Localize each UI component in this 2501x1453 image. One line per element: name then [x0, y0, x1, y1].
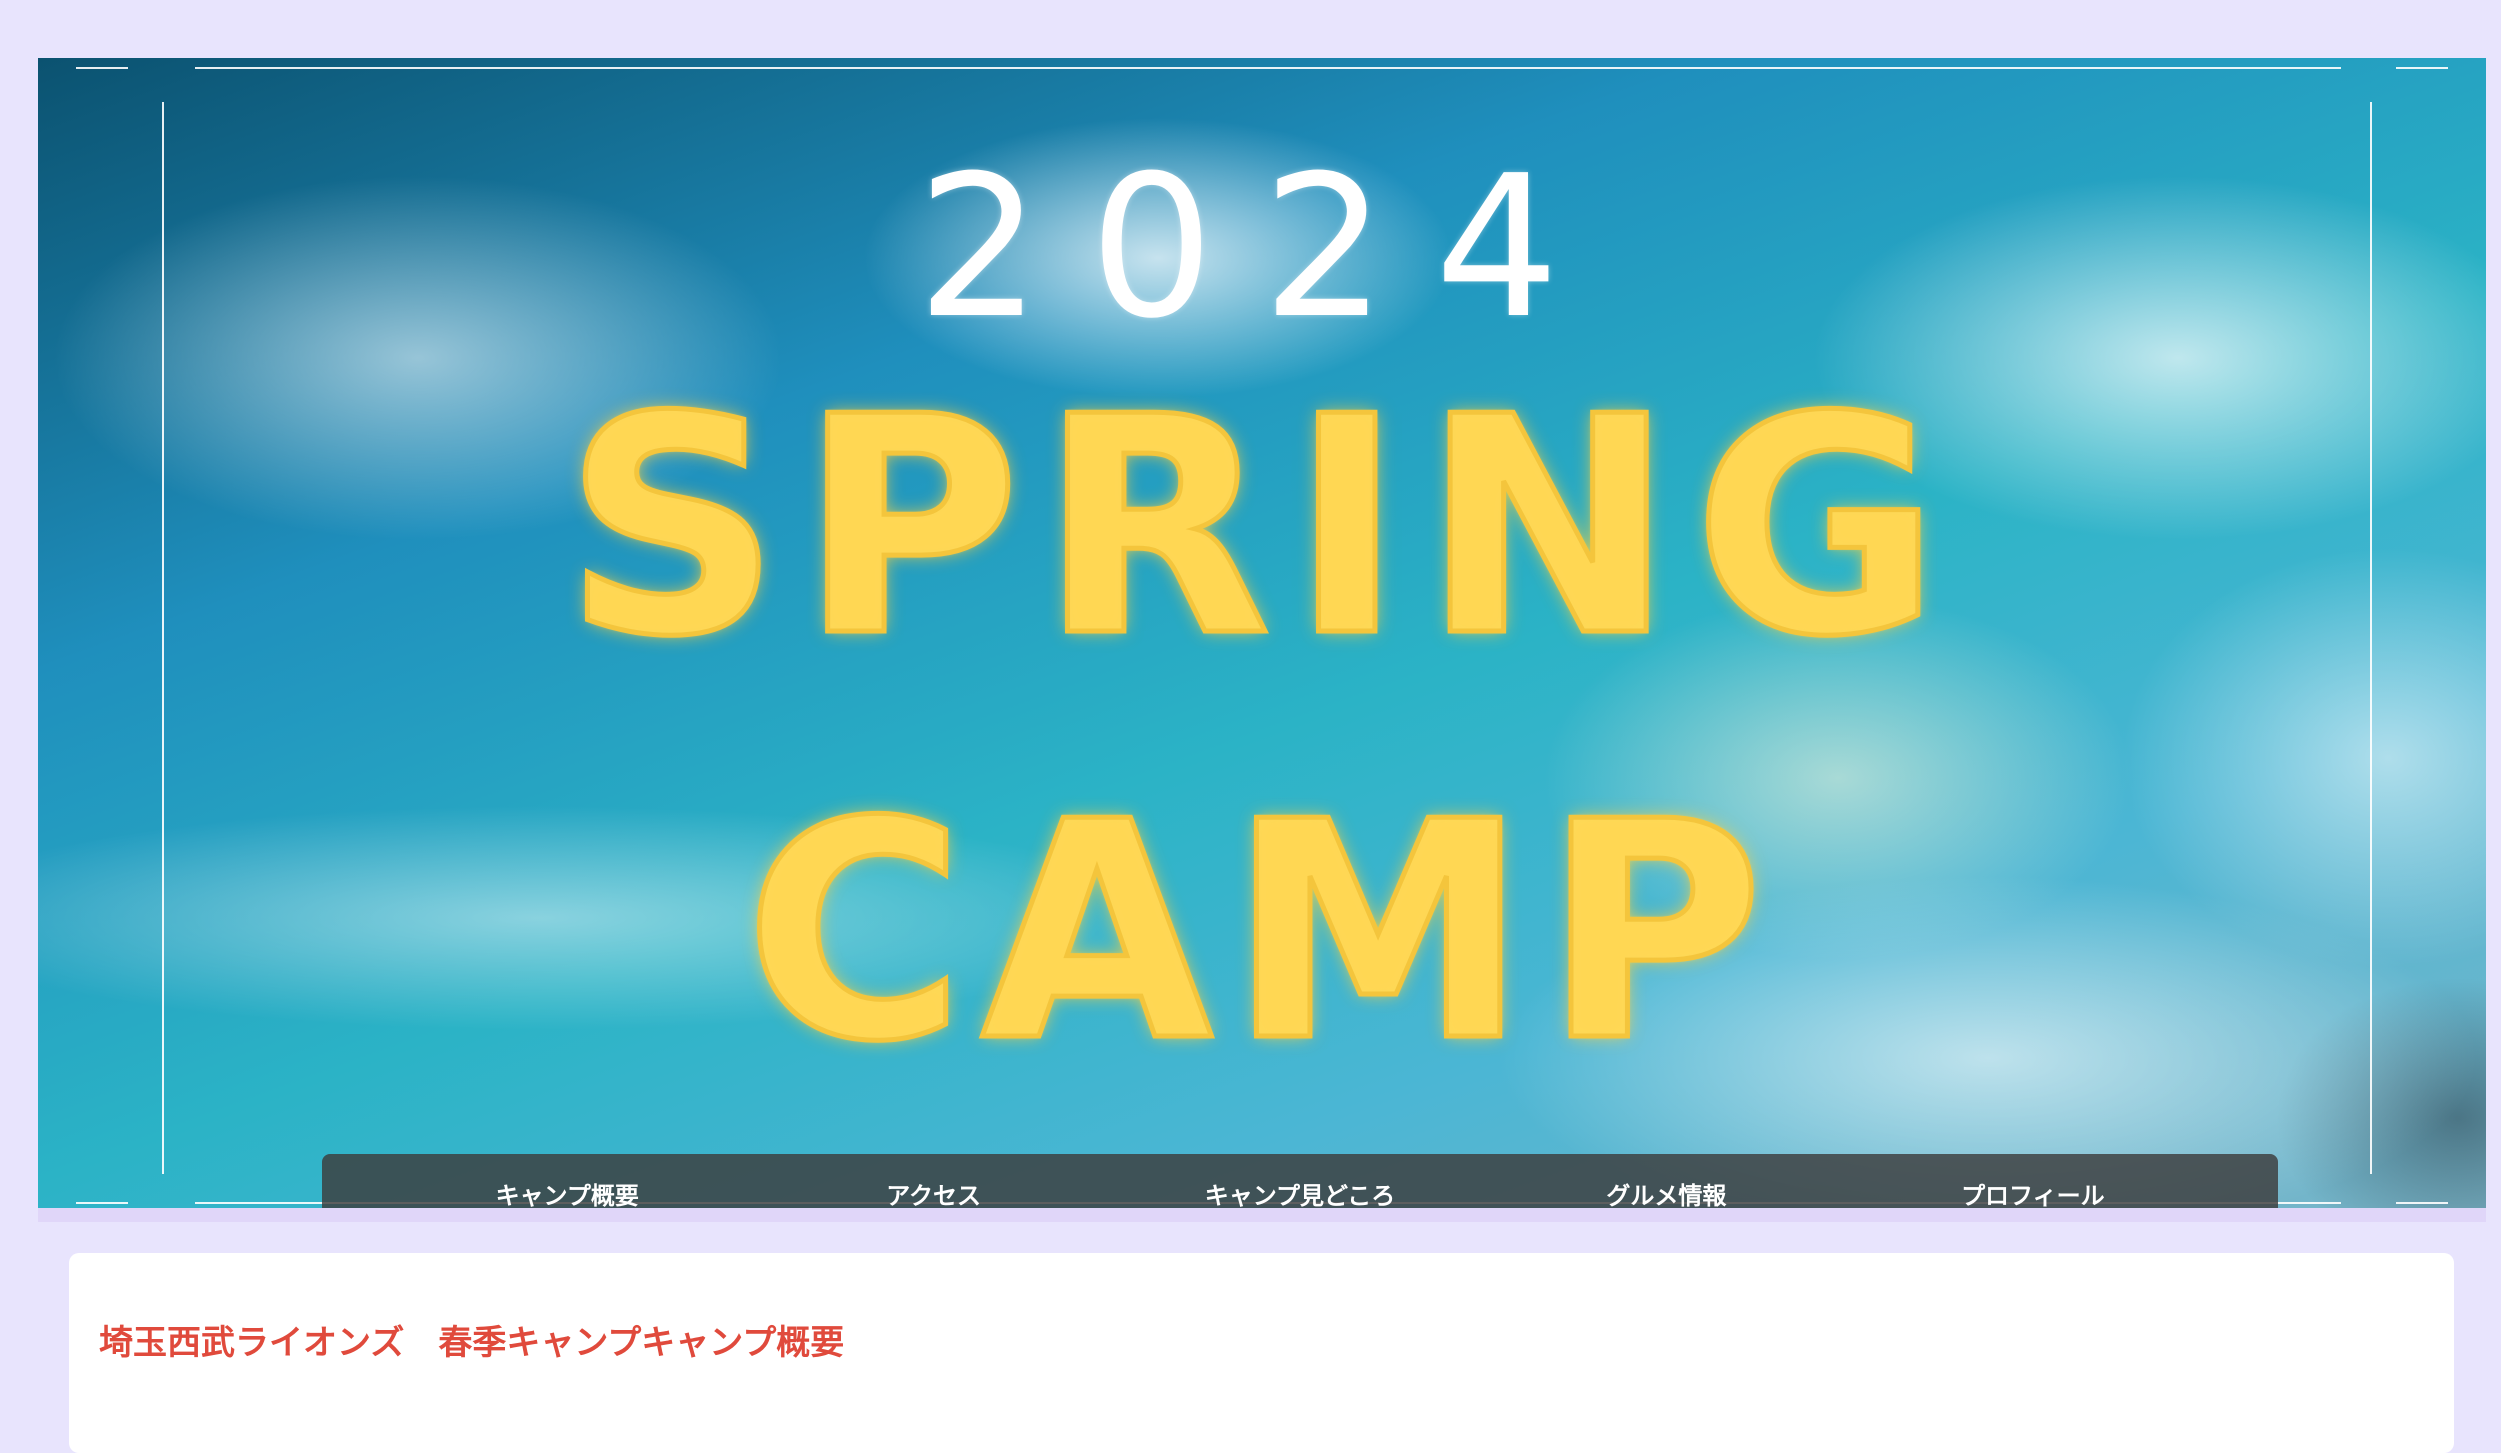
frame-top-line	[195, 67, 2341, 69]
hero-title-camp: CAMP	[742, 758, 1780, 1107]
nav-item-access[interactable]: アクセス	[750, 1176, 1116, 1209]
hero-banner: 2024 SPRING CAMP キャンプ概要 アクセス キャンプ見どころ グル…	[38, 58, 2486, 1208]
hero-bottom-strip	[38, 1208, 2486, 1222]
content-card: 埼玉西武ライオンズ 春季キャンプキャンプ概要	[69, 1253, 2454, 1453]
section-heading: 埼玉西武ライオンズ 春季キャンプキャンプ概要	[99, 1323, 845, 1363]
hero-year: 2024	[916, 134, 1608, 362]
nav-item-camp-overview[interactable]: キャンプ概要	[384, 1176, 750, 1209]
main-nav: キャンプ概要 アクセス キャンプ見どころ グルメ情報 プロフィール	[322, 1154, 2278, 1208]
nav-item-gourmet[interactable]: グルメ情報	[1483, 1176, 1849, 1209]
frame-bottom-left-tick	[76, 1202, 128, 1204]
frame-bottom-right-tick	[2396, 1202, 2448, 1204]
nav-item-profile[interactable]: プロフィール	[1850, 1176, 2216, 1209]
nav-item-camp-highlights[interactable]: キャンプ見どころ	[1117, 1176, 1483, 1209]
frame-top-right-tick	[2396, 67, 2448, 69]
frame-top-left-tick	[76, 67, 128, 69]
hero-title-spring: SPRING	[562, 353, 1960, 702]
